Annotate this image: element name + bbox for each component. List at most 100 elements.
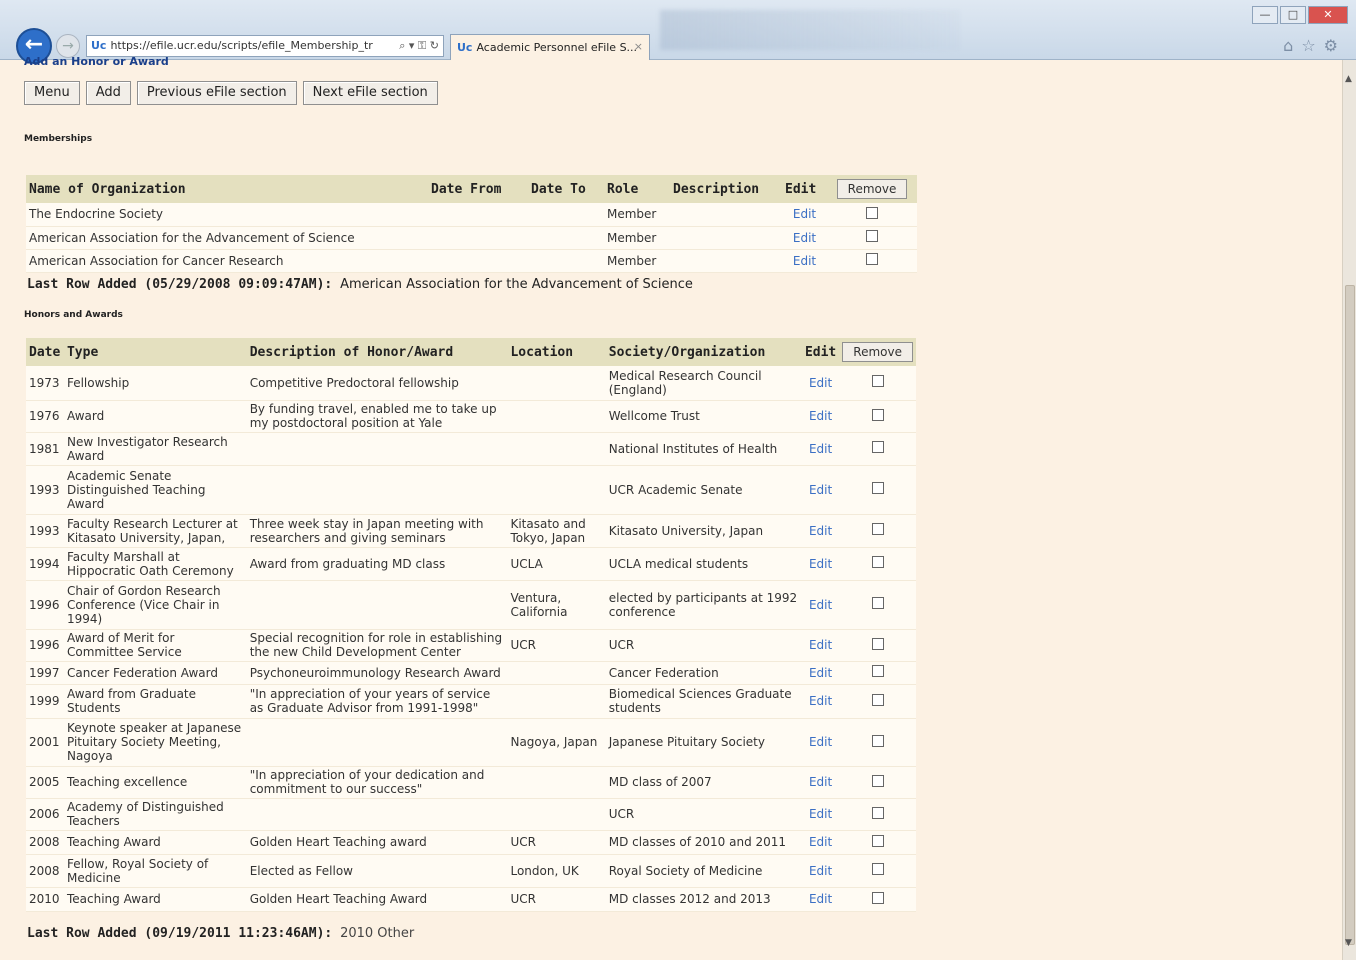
memberships-header-row: Name of Organization Date From Date To R… bbox=[26, 175, 917, 203]
table-row: 2008 Fellow, Royal Society of Medicine Ele… bbox=[26, 854, 916, 888]
remove-cell bbox=[839, 684, 916, 719]
remove-checkbox[interactable] bbox=[871, 408, 884, 421]
honor-location bbox=[507, 684, 606, 719]
honor-society: Biomedical Sciences Graduate students bbox=[605, 684, 802, 719]
honor-date: 1997 bbox=[26, 661, 64, 685]
remove-checkbox[interactable] bbox=[871, 863, 884, 875]
address-bar[interactable]: Uc https://efile.ucr.edu/scripts/efile_Me… bbox=[86, 35, 444, 57]
table-row: 2010 Teaching Award Golden Heart Teaching … bbox=[26, 887, 916, 912]
edit-link[interactable]: Edit bbox=[801, 629, 840, 662]
last-row-value: 2010 Other bbox=[340, 926, 415, 941]
table-row: 1999 Award from Graduate Students "In appr… bbox=[26, 684, 916, 719]
honor-location bbox=[507, 766, 606, 799]
remove-checkbox[interactable] bbox=[871, 597, 884, 609]
honor-society: Royal Society of Medicine bbox=[605, 854, 802, 888]
remove-checkbox[interactable] bbox=[871, 523, 884, 535]
edit-link[interactable]: Edit bbox=[801, 684, 840, 719]
edit-link[interactable]: Edit bbox=[801, 514, 840, 548]
edit-link[interactable]: Edit bbox=[782, 249, 827, 273]
honor-description bbox=[246, 798, 508, 831]
remove-checkbox[interactable] bbox=[871, 441, 884, 453]
next-section-button[interactable]: Next eFile section bbox=[302, 81, 438, 105]
honor-society: Japanese Pituitary Society bbox=[605, 718, 802, 767]
honors-table: Date Type Description of Honor/Award Loc… bbox=[26, 338, 916, 912]
remove-checkbox[interactable] bbox=[871, 482, 884, 494]
remove-cell bbox=[839, 400, 916, 433]
menu-button[interactable]: Menu bbox=[24, 81, 80, 105]
scroll-down-arrow-icon[interactable]: ▼ bbox=[1345, 938, 1352, 948]
maximize-icon[interactable]: □ bbox=[1280, 6, 1306, 24]
edit-link[interactable]: Edit bbox=[801, 432, 840, 466]
honor-date: 1999 bbox=[26, 684, 64, 719]
remove-memberships-button[interactable]: Remove bbox=[836, 179, 908, 199]
honor-date: 1996 bbox=[26, 580, 64, 630]
browser-tab[interactable]: Uc Academic Personnel eFile S... × bbox=[450, 34, 650, 60]
remove-cell bbox=[839, 465, 916, 515]
honor-location bbox=[507, 366, 606, 401]
honor-type: Fellow, Royal Society of Medicine bbox=[63, 854, 247, 888]
search-lock-refresh-icon[interactable]: ⌕ ▾ ⚿ ↻ bbox=[399, 39, 439, 53]
remove-checkbox[interactable] bbox=[866, 230, 878, 242]
edit-link[interactable]: Edit bbox=[801, 547, 840, 581]
honor-description: Golden Heart Teaching Award bbox=[246, 887, 508, 912]
home-favorites-settings-icon[interactable]: ⌂☆⚙ bbox=[1283, 36, 1346, 55]
col-date-to: Date To bbox=[528, 175, 604, 203]
edit-link[interactable]: Edit bbox=[801, 854, 840, 888]
scrollbar-thumb[interactable] bbox=[1345, 285, 1355, 945]
minimize-icon[interactable]: — bbox=[1252, 6, 1278, 24]
honor-description: Three week stay in Japan meeting with re… bbox=[246, 514, 508, 548]
tab-close-icon[interactable]: × bbox=[634, 40, 643, 53]
close-window-icon[interactable]: ✕ bbox=[1308, 6, 1348, 24]
add-button[interactable]: Add bbox=[85, 81, 131, 105]
table-row: 2006 Academy of Distinguished Teachers UCR… bbox=[26, 798, 916, 831]
remove-checkbox[interactable] bbox=[871, 637, 884, 650]
remove-checkbox[interactable] bbox=[871, 734, 884, 747]
table-row: 1993 Faculty Research Lecturer at Kitasat… bbox=[26, 514, 916, 548]
remove-cell bbox=[827, 203, 917, 227]
remove-cell bbox=[839, 580, 916, 630]
vertical-scrollbar[interactable]: ▲ ▼ bbox=[1342, 60, 1356, 960]
blurred-toolbar-area bbox=[660, 10, 960, 50]
honor-society: Medical Research Council (England) bbox=[605, 366, 802, 401]
edit-link[interactable]: Edit bbox=[801, 465, 840, 515]
previous-section-button[interactable]: Previous eFile section bbox=[136, 81, 297, 105]
edit-link[interactable]: Edit bbox=[801, 580, 840, 630]
edit-link[interactable]: Edit bbox=[801, 400, 840, 433]
edit-link[interactable]: Edit bbox=[782, 203, 827, 227]
remove-honors-button[interactable]: Remove bbox=[842, 342, 913, 362]
organization-name: American Association for the Advancement… bbox=[26, 226, 428, 250]
remove-checkbox[interactable] bbox=[871, 774, 884, 787]
honors-header-row: Date Type Description of Honor/Award Loc… bbox=[26, 338, 916, 366]
remove-checkbox[interactable] bbox=[866, 253, 878, 265]
remove-checkbox[interactable] bbox=[871, 806, 884, 819]
table-row: 1973 Fellowship Competitive Predoctoral fe… bbox=[26, 366, 916, 401]
remove-checkbox[interactable] bbox=[871, 556, 884, 568]
remove-checkbox[interactable] bbox=[871, 665, 884, 677]
edit-link[interactable]: Edit bbox=[801, 766, 840, 799]
remove-checkbox[interactable] bbox=[871, 693, 884, 706]
scroll-up-arrow-icon[interactable]: ▲ bbox=[1345, 74, 1352, 84]
honor-type: Teaching excellence bbox=[63, 766, 247, 799]
table-row: 1976 Award By funding travel, enabled me t… bbox=[26, 400, 916, 433]
edit-link[interactable]: Edit bbox=[801, 718, 840, 767]
honor-type: Teaching Award bbox=[63, 887, 247, 912]
honor-description: Award from graduating MD class bbox=[246, 547, 508, 581]
table-row: American Association for Cancer Research… bbox=[26, 249, 917, 273]
edit-link[interactable]: Edit bbox=[801, 798, 840, 831]
add-honor-link[interactable]: Add an Honor or Award bbox=[24, 57, 169, 67]
edit-link[interactable]: Edit bbox=[801, 366, 840, 401]
edit-link[interactable]: Edit bbox=[801, 661, 840, 685]
remove-cell bbox=[839, 547, 916, 581]
remove-checkbox[interactable] bbox=[871, 375, 884, 388]
remove-checkbox[interactable] bbox=[866, 206, 878, 219]
memberships-table: Name of Organization Date From Date To R… bbox=[26, 175, 917, 273]
honor-description: Competitive Predoctoral fellowship bbox=[246, 366, 508, 401]
edit-link[interactable]: Edit bbox=[782, 226, 827, 250]
col-type: Type bbox=[63, 338, 247, 366]
table-row: 2008 Teaching Award Golden Heart Teaching … bbox=[26, 830, 916, 855]
remove-checkbox[interactable] bbox=[871, 891, 884, 904]
edit-link[interactable]: Edit bbox=[801, 830, 840, 855]
remove-checkbox[interactable] bbox=[871, 834, 884, 847]
forward-arrow-icon[interactable]: → bbox=[56, 34, 80, 58]
edit-link[interactable]: Edit bbox=[801, 887, 840, 912]
